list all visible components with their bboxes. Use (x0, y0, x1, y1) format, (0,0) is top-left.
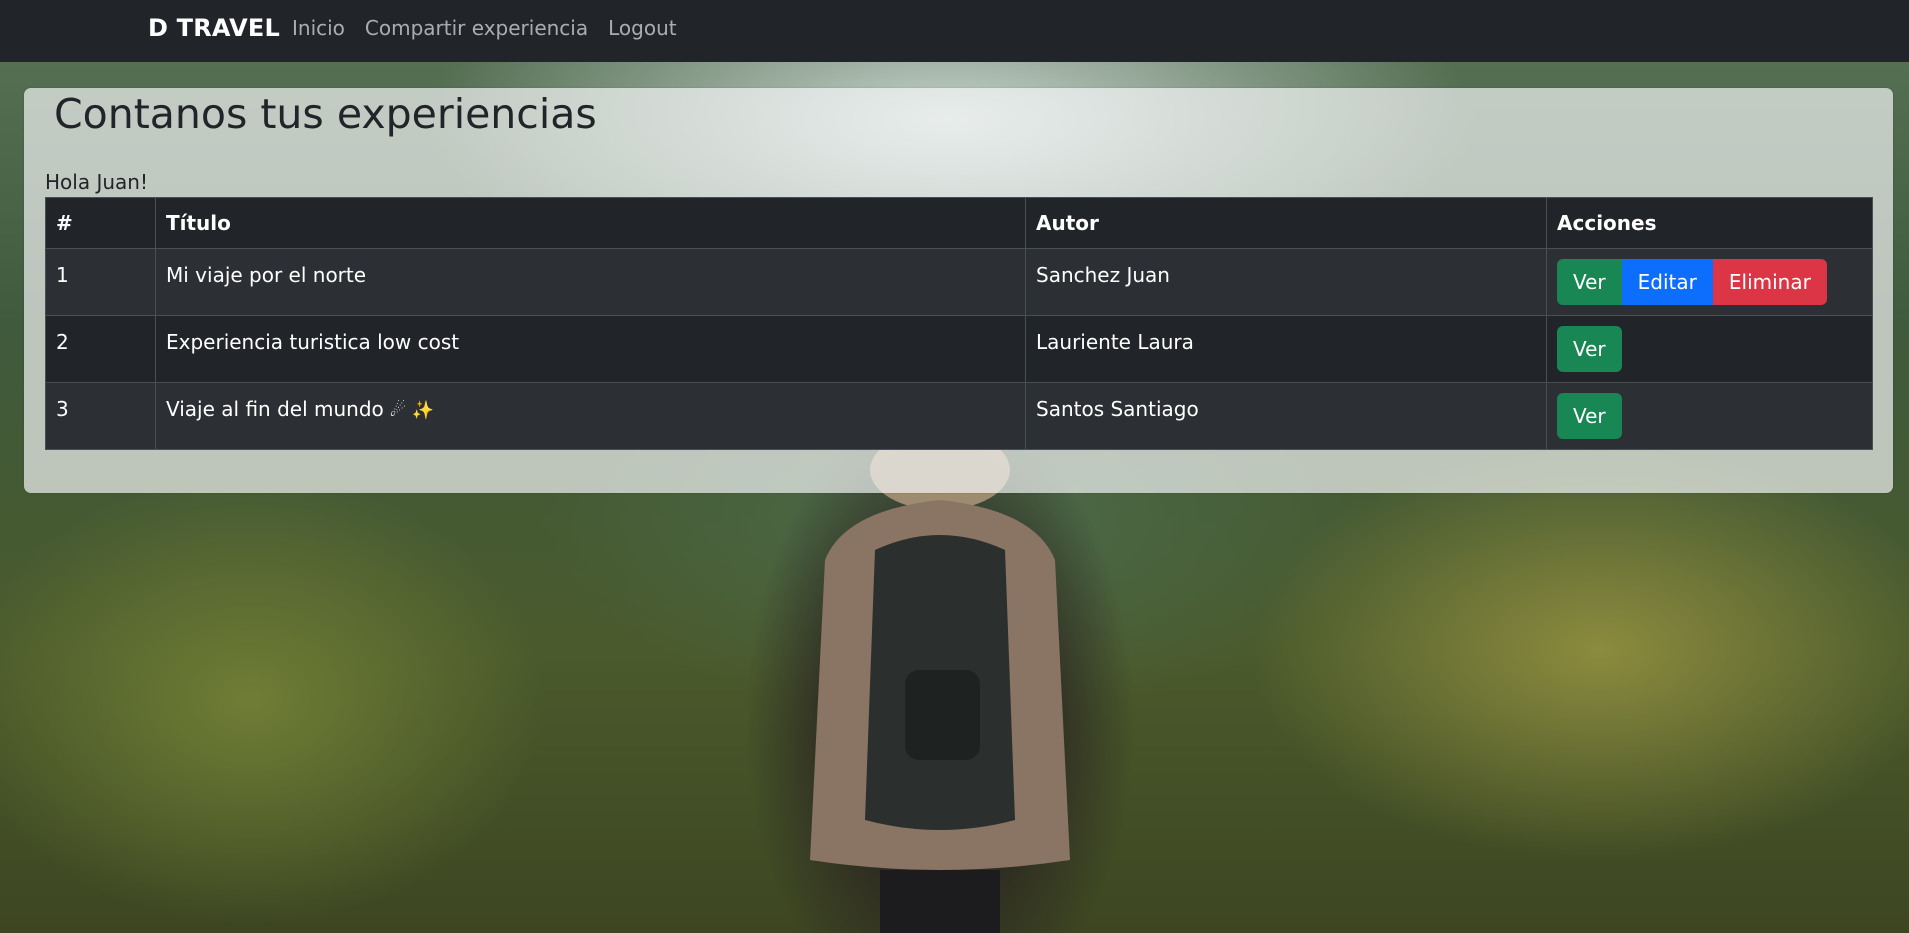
row-author: Santos Santiago (1025, 382, 1547, 450)
experiences-table: # Título Autor Acciones 1 Mi viaje por e… (45, 197, 1873, 450)
row-title: Experiencia turistica low cost (155, 315, 1026, 383)
view-button[interactable]: Ver (1557, 326, 1622, 372)
top-navbar: D TRAVEL Inicio Compartir experiencia Lo… (0, 0, 1909, 62)
table-row: 2 Experiencia turistica low cost Laurien… (45, 315, 1873, 383)
row-number: 1 (45, 248, 156, 316)
table-row: 3 Viaje al fin del mundo ☄ ✨ Santos Santi… (45, 382, 1873, 450)
page-title: Contanos tus experiencias (54, 90, 597, 138)
row-author: Lauriente Laura (1025, 315, 1547, 383)
action-button-group: Ver (1557, 393, 1622, 439)
row-number: 3 (45, 382, 156, 450)
background-hiker-image (810, 440, 1070, 933)
edit-button[interactable]: Editar (1621, 259, 1713, 305)
experiences-card: Contanos tus experiencias Hola Juan! # T… (24, 88, 1893, 493)
view-button[interactable]: Ver (1557, 259, 1622, 305)
nav-link-inicio[interactable]: Inicio (292, 14, 345, 42)
row-author: Sanchez Juan (1025, 248, 1547, 316)
row-title: Mi viaje por el norte (155, 248, 1026, 316)
delete-button[interactable]: Eliminar (1712, 259, 1827, 305)
view-button[interactable]: Ver (1557, 393, 1622, 439)
row-actions: Ver Editar Eliminar (1546, 248, 1873, 316)
comet-sparkles-icon: ☄ ✨ (389, 400, 435, 421)
brand-logo[interactable]: D TRAVEL (148, 12, 280, 44)
column-header-title: Título (155, 197, 1026, 249)
row-title-cell: Viaje al fin del mundo ☄ ✨ (155, 382, 1026, 450)
table-header-row: # Título Autor Acciones (45, 197, 1873, 249)
nav-links: Inicio Compartir experiencia Logout (292, 14, 677, 42)
action-button-group: Ver Editar Eliminar (1557, 259, 1827, 305)
nav-link-compartir-experiencia[interactable]: Compartir experiencia (365, 14, 588, 42)
action-button-group: Ver (1557, 326, 1622, 372)
table-row: 1 Mi viaje por el norte Sanchez Juan Ver… (45, 248, 1873, 316)
nav-link-logout[interactable]: Logout (608, 14, 676, 42)
column-header-number: # (45, 197, 156, 249)
column-header-actions: Acciones (1546, 197, 1873, 249)
row-title: Viaje al fin del mundo (166, 397, 384, 421)
row-actions: Ver (1546, 382, 1873, 450)
greeting-text: Hola Juan! (45, 170, 148, 194)
row-number: 2 (45, 315, 156, 383)
row-actions: Ver (1546, 315, 1873, 383)
column-header-author: Autor (1025, 197, 1547, 249)
